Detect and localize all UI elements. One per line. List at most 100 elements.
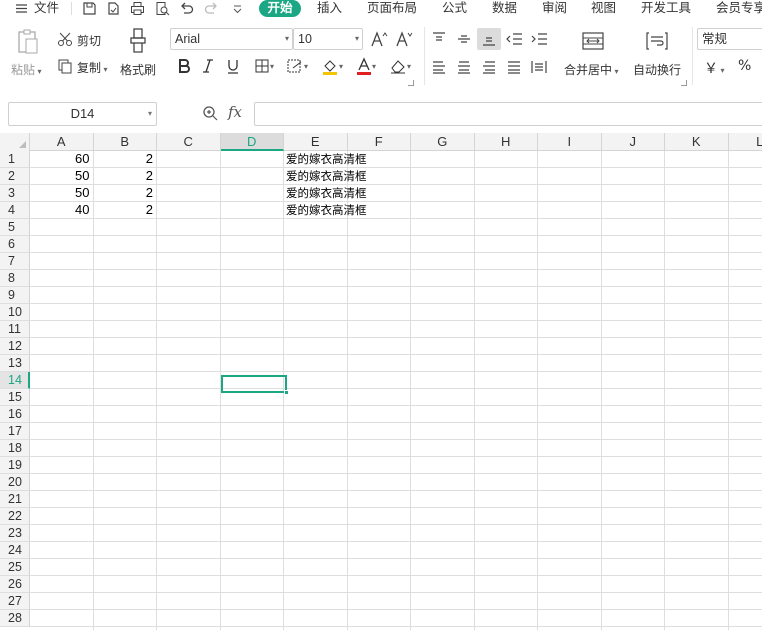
cell-e4[interactable]: 爱的嫁衣高清框 — [284, 202, 367, 219]
fill-color-icon[interactable]: ▾ — [318, 57, 346, 75]
underline-icon[interactable] — [224, 57, 242, 75]
row-header-18[interactable]: 18 — [0, 440, 30, 457]
spreadsheet-grid[interactable]: ABCDEFGHIJKL 1 2 3 4 5 6 7 8 9 10 11 12 13 14 15 16 17 18… — [0, 133, 762, 630]
customize-toolbar-icon[interactable] — [228, 0, 246, 17]
cell-a2[interactable]: 50 — [30, 168, 93, 185]
borders-icon[interactable]: ▾ — [250, 57, 278, 75]
row-header-16[interactable]: 16 — [0, 406, 30, 423]
format-painter-icon[interactable] — [126, 27, 150, 55]
align-middle-icon[interactable] — [454, 29, 474, 49]
row-header-21[interactable]: 21 — [0, 491, 30, 508]
alignment-dialog-launcher[interactable] — [681, 80, 687, 86]
row-header-1[interactable]: 1 — [0, 151, 30, 168]
align-center-icon[interactable] — [454, 57, 474, 77]
row-header-15[interactable]: 15 — [0, 389, 30, 406]
export-pdf-icon[interactable] — [104, 0, 122, 17]
cell-b3[interactable]: 2 — [94, 185, 157, 202]
column-header-j[interactable]: J — [602, 133, 665, 151]
name-box[interactable]: D14 ▾ — [8, 102, 157, 126]
hamburger-menu-icon[interactable] — [12, 0, 30, 17]
cell-b4[interactable]: 2 — [94, 202, 157, 219]
tab-review[interactable]: 审阅 — [542, 0, 567, 17]
font-size-select[interactable]: 10 ▾ — [293, 28, 363, 50]
column-header-k[interactable]: K — [665, 133, 729, 151]
cell-e1[interactable]: 爱的嫁衣高清框 — [284, 151, 367, 168]
scissors-icon[interactable] — [56, 30, 74, 48]
row-header-27[interactable]: 27 — [0, 593, 30, 610]
number-format-select[interactable]: 常规 — [697, 28, 762, 50]
currency-button[interactable]: ￥ ▾ — [704, 58, 725, 78]
row-header-6[interactable]: 6 — [0, 236, 30, 253]
row-header-14[interactable]: 14 — [0, 372, 30, 389]
copy-icon[interactable] — [56, 57, 74, 75]
cell-a3[interactable]: 50 — [30, 185, 93, 202]
bold-icon[interactable] — [175, 57, 193, 75]
save-icon[interactable] — [80, 0, 98, 17]
tab-page-layout[interactable]: 页面布局 — [367, 0, 417, 17]
italic-icon[interactable] — [199, 57, 217, 75]
tab-data[interactable]: 数据 — [492, 0, 517, 17]
tab-developer[interactable]: 开发工具 — [641, 0, 691, 17]
select-all-corner[interactable] — [0, 133, 30, 151]
fill-handle[interactable] — [284, 390, 289, 395]
column-header-l[interactable]: L — [729, 133, 762, 151]
row-header-24[interactable]: 24 — [0, 542, 30, 559]
font-color-icon[interactable]: ▾ — [352, 57, 380, 75]
tab-home[interactable]: 开始 — [259, 0, 301, 17]
percent-button[interactable]: % — [738, 58, 751, 74]
cell-style-icon[interactable]: ▾ — [283, 57, 311, 75]
row-header-11[interactable]: 11 — [0, 321, 30, 338]
print-icon[interactable] — [128, 0, 146, 17]
cell-b2[interactable]: 2 — [94, 168, 157, 185]
increase-font-icon[interactable] — [369, 29, 389, 49]
column-header-a[interactable]: A — [30, 133, 94, 151]
tab-view[interactable]: 视图 — [591, 0, 616, 17]
cell-b1[interactable]: 2 — [94, 151, 157, 168]
row-header-12[interactable]: 12 — [0, 338, 30, 355]
menu-file[interactable]: 文件 — [34, 0, 59, 17]
undo-icon[interactable] — [177, 0, 195, 17]
clear-format-icon[interactable]: ▾ — [386, 57, 414, 75]
paste-button[interactable]: 粘贴 ▾ — [11, 61, 42, 78]
column-header-f[interactable]: F — [348, 133, 411, 151]
column-header-g[interactable]: G — [411, 133, 475, 151]
wrap-text-button[interactable]: 自动换行 — [633, 61, 681, 78]
wrap-text-icon[interactable] — [643, 29, 671, 53]
column-header-c[interactable]: C — [157, 133, 221, 151]
cell-e3[interactable]: 爱的嫁衣高清框 — [284, 185, 367, 202]
align-bottom-icon[interactable] — [477, 28, 501, 50]
redo-icon[interactable] — [202, 0, 220, 17]
increase-indent-icon[interactable] — [529, 29, 549, 49]
cut-button[interactable]: 剪切 — [77, 32, 101, 49]
font-name-select[interactable]: Arial ▾ — [170, 28, 293, 50]
active-cell-d14[interactable] — [221, 375, 289, 395]
row-header-3[interactable]: 3 — [0, 185, 30, 202]
column-header-d[interactable]: D — [220, 133, 284, 151]
cell-a4[interactable]: 40 — [30, 202, 93, 219]
align-right-icon[interactable] — [479, 57, 499, 77]
row-header-20[interactable]: 20 — [0, 474, 30, 491]
row-header-19[interactable]: 19 — [0, 457, 30, 474]
tab-member[interactable]: 会员专享 — [716, 0, 762, 17]
paste-icon[interactable] — [14, 27, 42, 57]
decrease-indent-icon[interactable] — [504, 29, 524, 49]
tab-insert[interactable]: 插入 — [317, 0, 342, 17]
row-header-22[interactable]: 22 — [0, 508, 30, 525]
row-header-10[interactable]: 10 — [0, 304, 30, 321]
align-top-icon[interactable] — [429, 29, 449, 49]
formula-input[interactable] — [254, 102, 762, 126]
row-header-17[interactable]: 17 — [0, 423, 30, 440]
row-header-5[interactable]: 5 — [0, 219, 30, 236]
row-header-25[interactable]: 25 — [0, 559, 30, 576]
cell-a1[interactable]: 60 — [30, 151, 93, 168]
column-header-i[interactable]: I — [538, 133, 602, 151]
row-header-28[interactable]: 28 — [0, 610, 30, 627]
column-header-h[interactable]: H — [475, 133, 538, 151]
merge-center-icon[interactable] — [579, 29, 607, 53]
column-header-b[interactable]: B — [94, 133, 157, 151]
fx-button[interactable]: fx — [228, 103, 242, 121]
row-header-2[interactable]: 2 — [0, 168, 30, 185]
align-left-icon[interactable] — [429, 57, 449, 77]
row-header-23[interactable]: 23 — [0, 525, 30, 542]
row-header-7[interactable]: 7 — [0, 253, 30, 270]
